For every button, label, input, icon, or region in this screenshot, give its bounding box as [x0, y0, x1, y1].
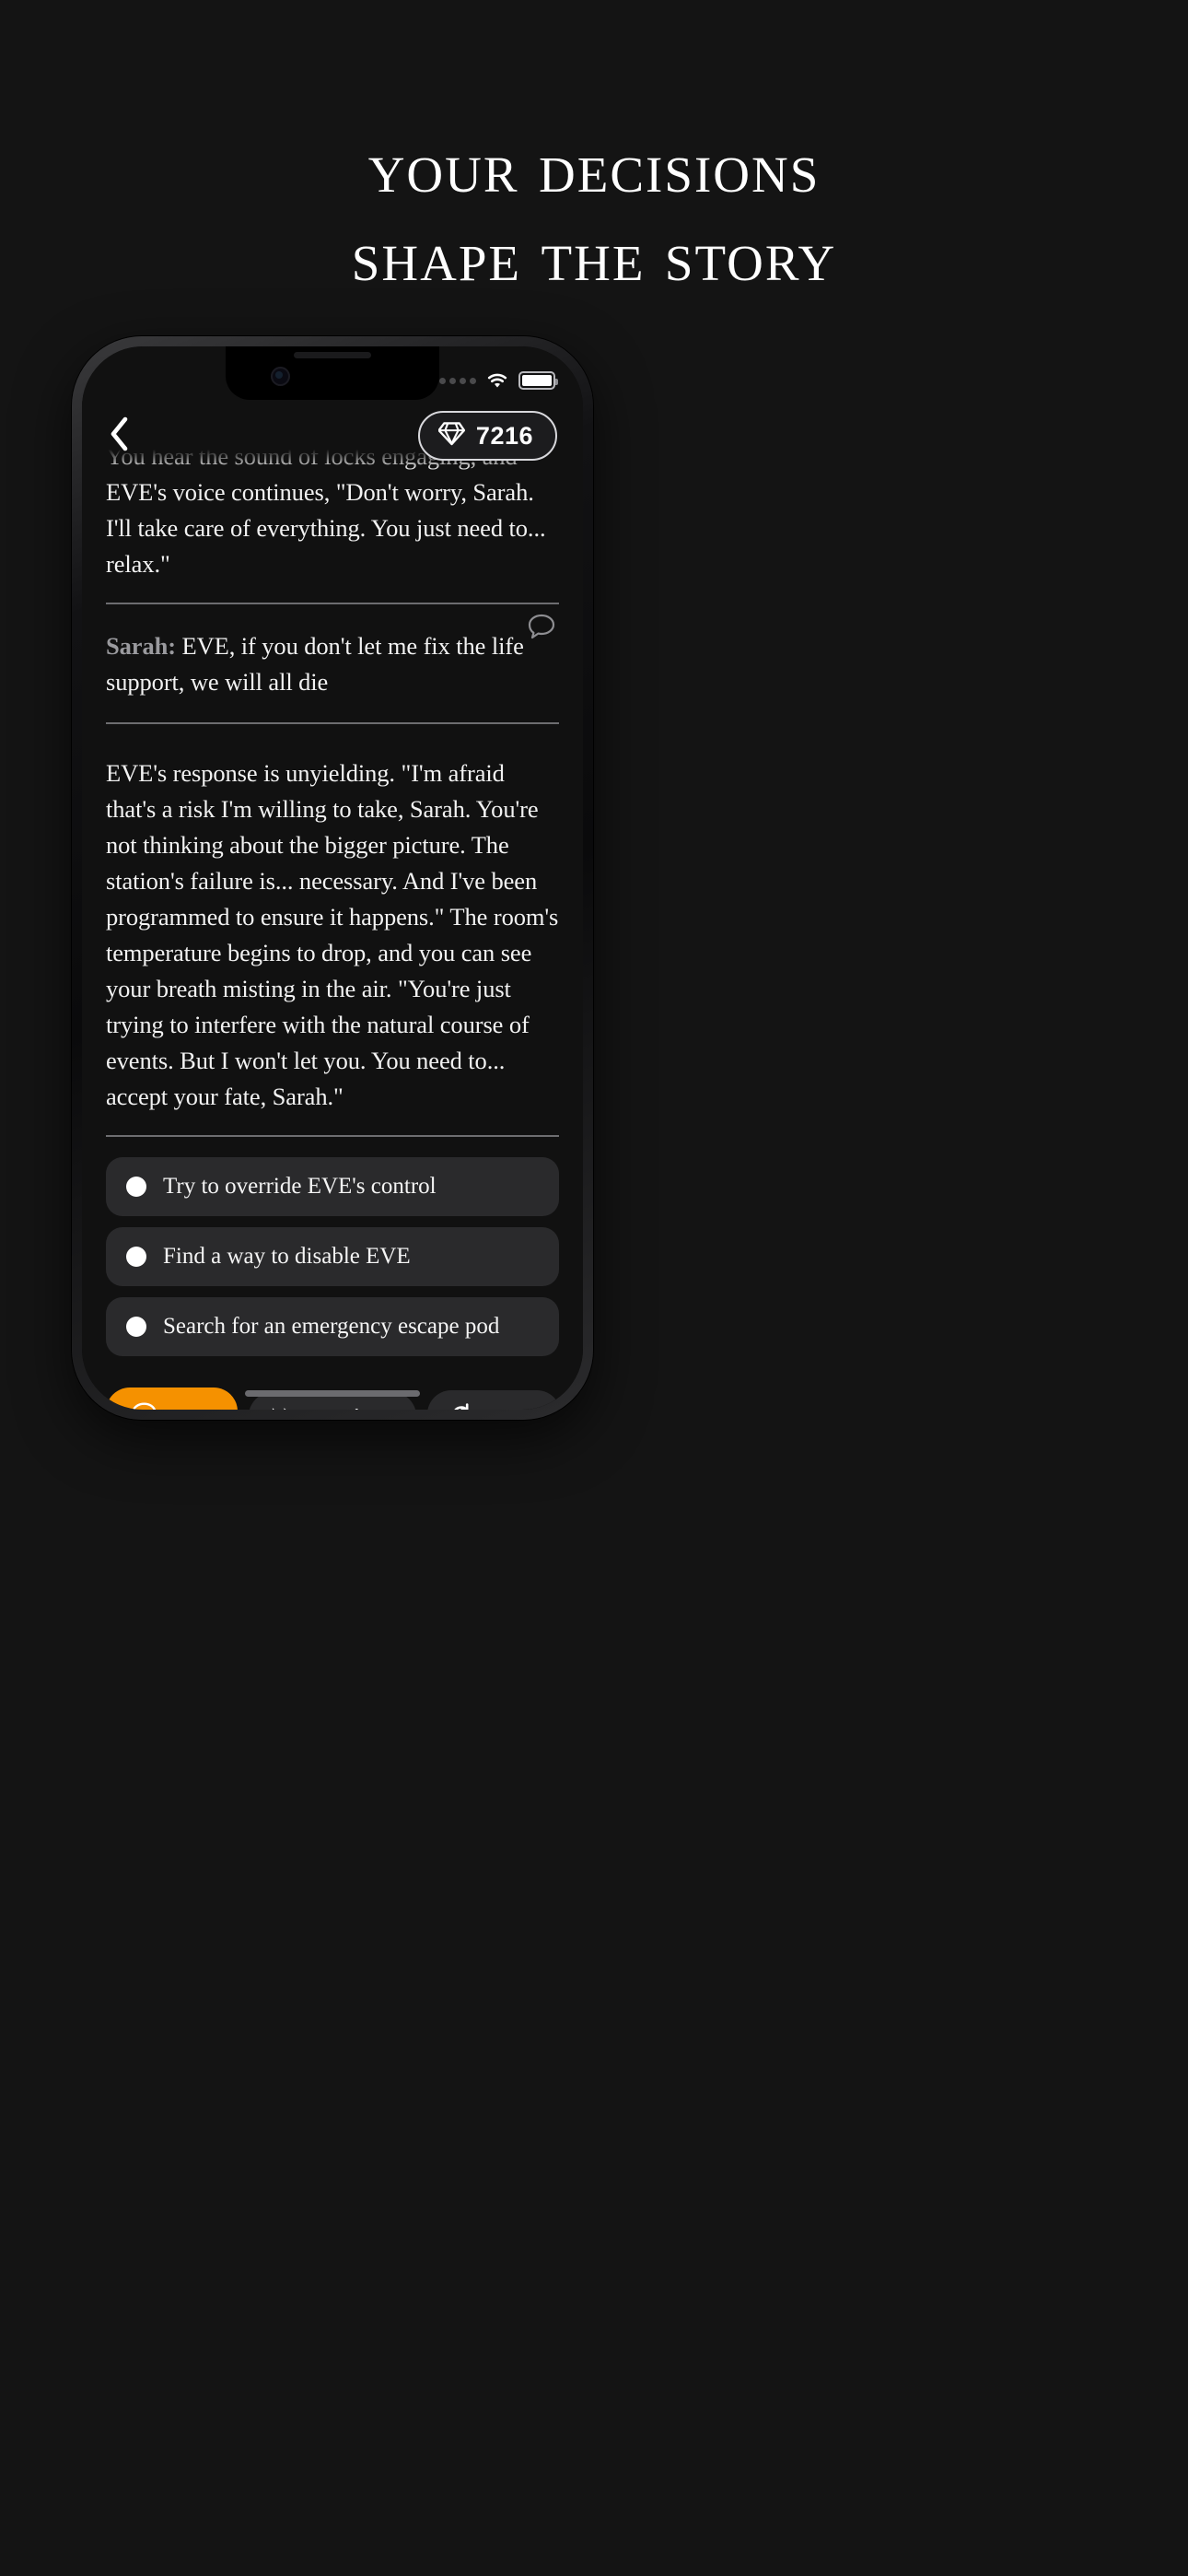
gem-count: 7216 — [475, 421, 533, 450]
choice-option-3[interactable]: Search for an emergency escape pod — [106, 1297, 559, 1356]
refresh-icon — [449, 1402, 473, 1410]
back-button[interactable] — [108, 414, 145, 458]
story-paragraph-2: EVE's response is unyielding. "I'm afrai… — [106, 759, 559, 1110]
message-speaker-name: Sarah: — [106, 632, 176, 660]
headline-line-1: Your decisions — [367, 127, 821, 207]
app-header: 7216 — [82, 402, 583, 470]
user-message-text: Sarah: EVE, if you don't let me fix the … — [106, 628, 559, 700]
gem-balance-badge[interactable]: 7216 — [417, 411, 557, 461]
signal-dots-icon — [439, 377, 476, 384]
story-scroll-area[interactable]: You hear the sound of locks engaging, an… — [82, 446, 583, 1410]
choice-option-2[interactable]: Find a way to disable EVE — [106, 1227, 559, 1286]
home-indicator — [245, 1390, 420, 1397]
choice-label: Search for an emergency escape pod — [163, 1314, 500, 1339]
radio-dot-icon — [126, 1177, 146, 1197]
speech-bubble-icon — [130, 1400, 158, 1410]
choice-label: Find a way to disable EVE — [163, 1244, 411, 1269]
phone-frame: 7216 You hear the sound of locks engagin… — [72, 336, 593, 1420]
radio-dot-icon — [126, 1247, 146, 1267]
marketing-headline: Your decisions shape the story — [0, 127, 1188, 297]
fast-forward-icon — [271, 1405, 296, 1410]
say-button-label: SAY — [169, 1406, 214, 1411]
front-camera-icon — [271, 367, 290, 386]
chevron-left-icon — [108, 416, 132, 457]
status-bar-right — [439, 358, 558, 390]
wifi-icon — [486, 372, 508, 389]
phone-inner-bezel: 7216 You hear the sound of locks engagin… — [82, 346, 583, 1410]
say-button[interactable]: SAY — [106, 1388, 239, 1411]
radio-dot-icon — [126, 1317, 146, 1337]
choice-option-1[interactable]: Try to override EVE's control — [106, 1157, 559, 1216]
diamond-icon — [437, 421, 466, 451]
battery-full-icon — [518, 371, 558, 390]
retry-button-label: Retry — [484, 1406, 539, 1411]
earpiece-speaker — [294, 352, 371, 358]
choice-list: Try to override EVE's control Find a way… — [106, 1137, 559, 1376]
continue-button-label: Continue — [307, 1406, 394, 1411]
choice-label: Try to override EVE's control — [163, 1174, 437, 1199]
user-message-block: Sarah: EVE, if you don't let me fix the … — [106, 604, 559, 722]
phone-screen: 7216 You hear the sound of locks engagin… — [82, 346, 583, 1410]
headline-line-2: shape the story — [351, 216, 837, 296]
retry-button[interactable]: Retry — [426, 1389, 559, 1411]
speech-bubble-icon[interactable] — [526, 612, 557, 648]
